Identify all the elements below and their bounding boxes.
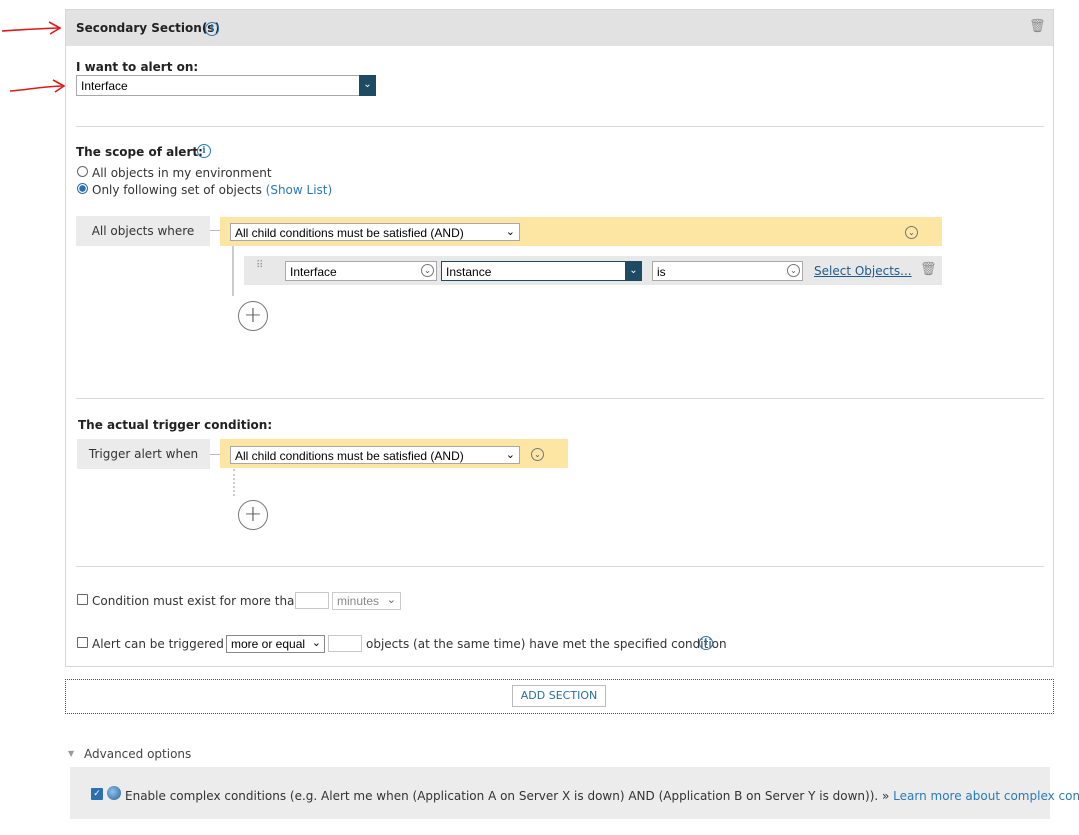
radio-following-objects[interactable] [77,183,88,194]
following-objects-text: Only following set of objects [92,183,262,197]
connector-line [210,454,220,455]
chevron-down-icon: ⌄ [505,449,515,461]
chevron-down-icon: ⌄ [421,264,434,277]
radio-all-objects[interactable] [77,166,88,177]
scope-group-menu-icon[interactable]: ⌄ [905,226,918,239]
add-scope-condition-button[interactable]: + [238,301,268,331]
delete-section-icon[interactable]: 🗑 [1029,19,1046,34]
trigger-label: The actual trigger condition: [78,418,273,432]
chevron-down-icon: ⌄ [625,261,642,281]
alert-on-label: I want to alert on: [76,60,199,74]
annotation-arrow-alert-on [9,79,66,93]
scope-label: The scope of alert: [76,145,203,159]
divider [76,398,1044,399]
condition-exist-minutes-input[interactable] [295,592,329,609]
trigger-group-logic-value: All child conditions must be satisfied (… [235,449,464,463]
add-section-button[interactable]: ADD SECTION [512,685,606,707]
condition-operator-value: is [657,265,666,279]
triggered-if-select[interactable]: more or equal ⌄ [226,635,325,653]
triggered-if-label: Alert can be triggered if [92,637,236,651]
add-trigger-condition-button[interactable]: + [238,500,268,530]
condition-field2-value: Instance [446,265,492,279]
complex-conditions-text: Enable complex conditions (e.g. Alert me… [125,789,890,803]
annotation-arrow-section [1,21,62,35]
connector-line [210,230,220,231]
triggered-if-suffix: objects (at the same time) have met the … [366,637,727,651]
alert-on-select[interactable]: Interface ⌄ [76,75,376,96]
condition-exist-unit-select[interactable]: minutes ⌄ [332,592,401,610]
delete-condition-icon[interactable]: 🗑 [920,262,937,277]
tree-line [233,469,235,496]
divider [76,566,1044,567]
drag-handle-icon[interactable]: ⠿ [256,261,263,271]
condition-field1-value: Interface [290,265,337,279]
condition-field2-select[interactable]: Instance ⌄ [441,261,642,281]
trigger-group-logic-select[interactable]: All child conditions must be satisfied (… [230,446,520,464]
triggered-if-count-input[interactable] [328,635,362,652]
chevron-down-icon: ⌄ [386,594,396,606]
divider [76,126,1044,127]
collapse-triangle-icon[interactable]: ▼ [68,749,74,758]
scope-group-logic-select[interactable]: All child conditions must be satisfied (… [230,223,520,241]
secondary-section-panel [65,9,1054,667]
complex-conditions-label: Enable complex conditions (e.g. Alert me… [125,789,1079,803]
learn-more-complex-link[interactable]: Learn more about complex conditions [893,789,1079,803]
condition-exist-checkbox[interactable] [77,594,88,605]
section-info-icon[interactable]: i [205,22,219,36]
triggered-if-select-value: more or equal [231,637,306,651]
alert-on-value: Interface [81,79,128,93]
triggered-if-info-icon[interactable]: i [699,636,713,650]
chevron-down-icon: ⌄ [505,226,515,238]
radio-following-objects-label: Only following set of objects (Show List… [92,183,332,197]
condition-exist-label: Condition must exist for more than [92,594,303,608]
where-label: All objects where [91,224,195,238]
chevron-down-icon: ⌄ [359,75,376,96]
chevron-down-icon: ⌄ [311,637,321,649]
section-title: Secondary Section(s) [76,21,220,35]
radio-all-objects-label: All objects in my environment [92,166,272,180]
condition-operator-select[interactable]: is ⌄ [652,261,803,281]
trigger-when-box: Trigger alert when [77,439,210,469]
select-objects-link[interactable]: Select Objects... [814,264,912,278]
where-label-box: All objects where [76,216,210,246]
scope-group-logic-value: All child conditions must be satisfied (… [235,226,464,240]
triggered-if-checkbox[interactable] [77,637,88,648]
complex-conditions-checkbox[interactable]: ✓ [91,788,103,800]
chevron-down-icon: ⌄ [787,264,800,277]
scope-info-icon[interactable]: i [197,144,211,158]
tree-line [232,246,234,296]
advanced-options-toggle[interactable]: Advanced options [84,747,191,761]
complex-conditions-icon [107,786,121,800]
show-list-link[interactable]: (Show List) [266,183,333,197]
condition-field1-select[interactable]: Interface ⌄ [285,261,437,281]
condition-exist-unit-value: minutes [337,594,380,608]
trigger-group-menu-icon[interactable]: ⌄ [531,448,544,461]
trigger-when-label: Trigger alert when [88,447,199,461]
